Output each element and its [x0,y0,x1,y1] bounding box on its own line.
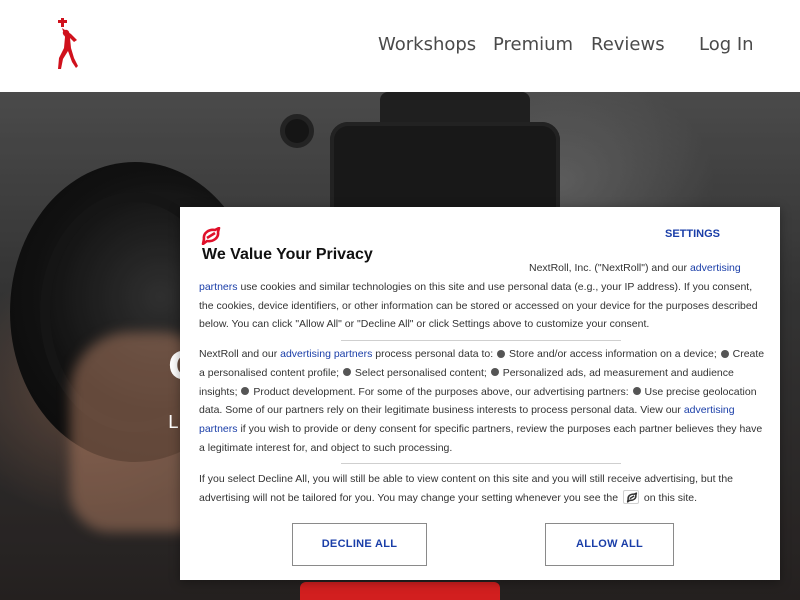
purposes-text-1: NextRoll and our [199,348,281,360]
privacy-consent-dialog: We Value Your Privacy SETTINGS NextRoll,… [180,207,780,580]
consent-decline-paragraph: If you select Decline All, you will stil… [199,470,769,508]
allow-all-button[interactable]: ALLOW ALL [545,523,674,566]
divider [341,340,621,341]
nav-reviews[interactable]: Reviews [591,34,665,55]
nextroll-logo-icon [200,226,222,246]
purposes-text-5: Select personalised content; [352,366,490,379]
purposes-text-3: Store and/or access information on a dev… [506,348,720,360]
bullet-icon [632,387,641,396]
bullet-icon [343,368,352,377]
divider [341,463,621,464]
consent-intro-paragraph: NextRoll, Inc. ("NextRoll") and our adve… [199,259,769,334]
intro-text-1: NextRoll, Inc. ("NextRoll") and our [529,262,690,274]
bullet-icon [720,349,729,358]
purposes-text-2: process personal data to: [372,348,497,360]
nextroll-consent-icon [623,489,640,504]
nav-login[interactable]: Log In [699,34,754,55]
consent-purposes-paragraph: NextRoll and our advertising partners pr… [199,345,769,458]
nav-workshops[interactable]: Workshops [378,34,476,55]
purposes-text-9: if you wish to provide or deny consent f… [199,423,763,454]
site-header: Workshops Premium Reviews Log In [0,0,800,92]
advertising-partners-link[interactable]: advertising partners [280,348,372,360]
nav-premium[interactable]: Premium [493,34,573,55]
settings-link[interactable]: SETTINGS [665,228,720,240]
bullet-icon [497,349,506,358]
decline-info-text-2: on this site. [641,491,698,504]
bullet-icon [241,387,250,396]
decline-all-button[interactable]: DECLINE ALL [292,523,427,566]
intro-text-2: use cookies and similar technologies on … [199,280,758,331]
purposes-text-7: Product development. For some of the pur… [250,385,632,398]
bullet-icon [490,368,499,377]
hero-subtitle-fragment: L [168,412,179,433]
hero-cta-button[interactable] [300,582,500,600]
red-sports-figure-logo-icon[interactable] [50,18,80,72]
